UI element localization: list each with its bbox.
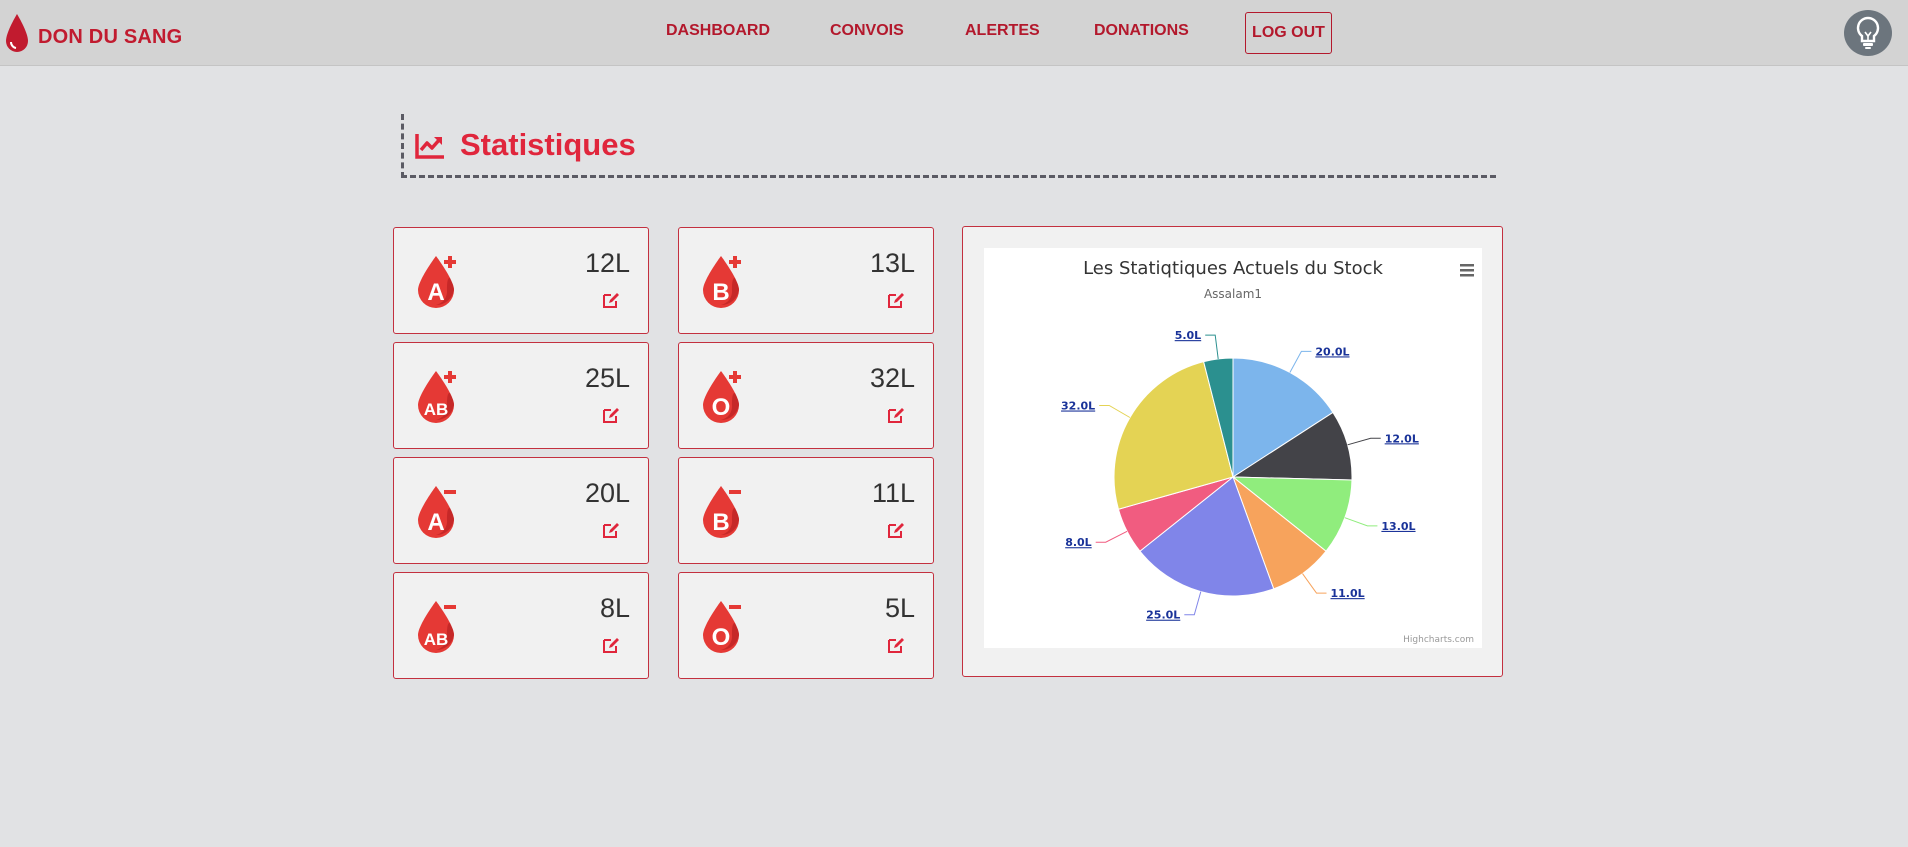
minus-sign — [729, 490, 741, 494]
stock-card-a-positive: A 12L — [393, 227, 649, 334]
pie-data-label[interactable]: 32.0L — [1061, 400, 1095, 413]
edit-icon[interactable] — [602, 636, 620, 654]
stock-card-b-negative: B 11L — [678, 457, 934, 564]
nav-donations[interactable]: DONATIONS — [1094, 22, 1189, 40]
line-chart-icon — [415, 134, 444, 159]
minus-sign — [729, 605, 741, 609]
pie-connector — [1344, 517, 1378, 527]
pie-data-label[interactable]: 20.0L — [1315, 345, 1349, 358]
top-navbar: DON DU SANG DASHBOARD CONVOIS ALERTES DO… — [0, 0, 1908, 66]
pie-connector — [1205, 334, 1219, 359]
stock-amount: 25L — [584, 363, 630, 393]
minus-sign — [444, 605, 456, 609]
edit-icon[interactable] — [887, 291, 905, 309]
pie-data-label[interactable]: 12.0L — [1385, 432, 1419, 445]
pie-connector — [1099, 405, 1131, 418]
blood-type-b-positive-icon: B — [703, 256, 741, 308]
blood-group-label: AB — [424, 400, 449, 419]
plus-sign — [729, 260, 741, 264]
blood-type-a-positive-icon: A — [418, 256, 456, 308]
stock-pie-chart: Les Statiqtiques Actuels du Stock Assala… — [984, 248, 1482, 648]
stock-amount: 5L — [884, 593, 915, 623]
pie-data-label[interactable]: 25.0L — [1146, 609, 1180, 622]
stock-card-ab-negative: AB 8L — [393, 572, 649, 679]
page-title: Statistiques — [460, 127, 636, 162]
stock-amount: 11L — [871, 478, 915, 508]
plus-sign — [444, 375, 456, 379]
blood-group-label: A — [427, 279, 444, 306]
minus-sign — [444, 490, 456, 494]
edit-icon[interactable] — [602, 406, 620, 424]
main-nav: DASHBOARD CONVOIS ALERTES DONATIONS LOG … — [0, 0, 1908, 66]
pie-data-label[interactable]: 5.0L — [1175, 329, 1202, 342]
edit-icon[interactable] — [887, 636, 905, 654]
stock-amount: 32L — [869, 363, 915, 393]
chart-title: Les Statiqtiques Actuels du Stock — [1083, 258, 1383, 279]
pie-slices — [1113, 357, 1353, 597]
nav-dashboard[interactable]: DASHBOARD — [666, 22, 770, 40]
pie-connector — [1289, 350, 1312, 373]
stock-amount: 12L — [584, 248, 630, 278]
stock-amount: 20L — [584, 478, 630, 508]
blood-group-label: O — [712, 624, 731, 651]
plus-sign — [444, 260, 456, 264]
pie-connector — [1347, 437, 1381, 446]
pie-data-label[interactable]: 11.0L — [1331, 587, 1365, 600]
nav-convois[interactable]: CONVOIS — [830, 22, 904, 40]
help-button[interactable] — [1844, 10, 1892, 56]
edit-icon[interactable] — [602, 521, 620, 539]
edit-icon[interactable] — [887, 406, 905, 424]
pie-connector — [1184, 591, 1202, 616]
logout-button[interactable]: LOG OUT — [1245, 12, 1332, 54]
blood-type-o-positive-icon: O — [703, 371, 741, 423]
pie-data-label[interactable]: 13.0L — [1381, 520, 1415, 533]
hamburger-menu-icon[interactable] — [1459, 262, 1475, 280]
chart-card: Les Statiqtiques Actuels du Stock Assala… — [962, 226, 1503, 677]
lightbulb-icon — [1856, 16, 1880, 49]
pie-connector — [1302, 573, 1327, 594]
stock-card-a-negative: A 20L — [393, 457, 649, 564]
stock-card-b-positive: B 13L — [678, 227, 934, 334]
chart-credits[interactable]: Highcharts.com — [1403, 635, 1474, 645]
blood-group-label: AB — [424, 630, 449, 649]
nav-alertes[interactable]: ALERTES — [965, 22, 1040, 40]
pie-connector — [1095, 530, 1128, 543]
pie-data-label[interactable]: 8.0L — [1065, 536, 1092, 549]
blood-type-b-negative-icon: B — [703, 486, 741, 538]
stock-card-o-negative: O 5L — [678, 572, 934, 679]
stock-card-ab-positive: AB 25L — [393, 342, 649, 449]
chart-subtitle: Assalam1 — [1204, 287, 1262, 301]
blood-type-o-negative-icon: O — [703, 601, 741, 653]
blood-type-ab-positive-icon: AB — [418, 371, 456, 423]
blood-group-label: B — [712, 279, 729, 306]
plus-sign — [729, 375, 741, 379]
page-title-block: Statistiques — [401, 114, 1496, 178]
edit-icon[interactable] — [602, 291, 620, 309]
blood-group-label: A — [427, 509, 444, 536]
blood-group-label: B — [712, 509, 729, 536]
blood-type-a-negative-icon: A — [418, 486, 456, 538]
stock-amount: 8L — [599, 593, 630, 623]
blood-type-ab-negative-icon: AB — [418, 601, 456, 653]
blood-group-label: O — [712, 394, 731, 421]
stock-amount: 13L — [869, 248, 915, 278]
edit-icon[interactable] — [887, 521, 905, 539]
stock-card-o-positive: O 32L — [678, 342, 934, 449]
